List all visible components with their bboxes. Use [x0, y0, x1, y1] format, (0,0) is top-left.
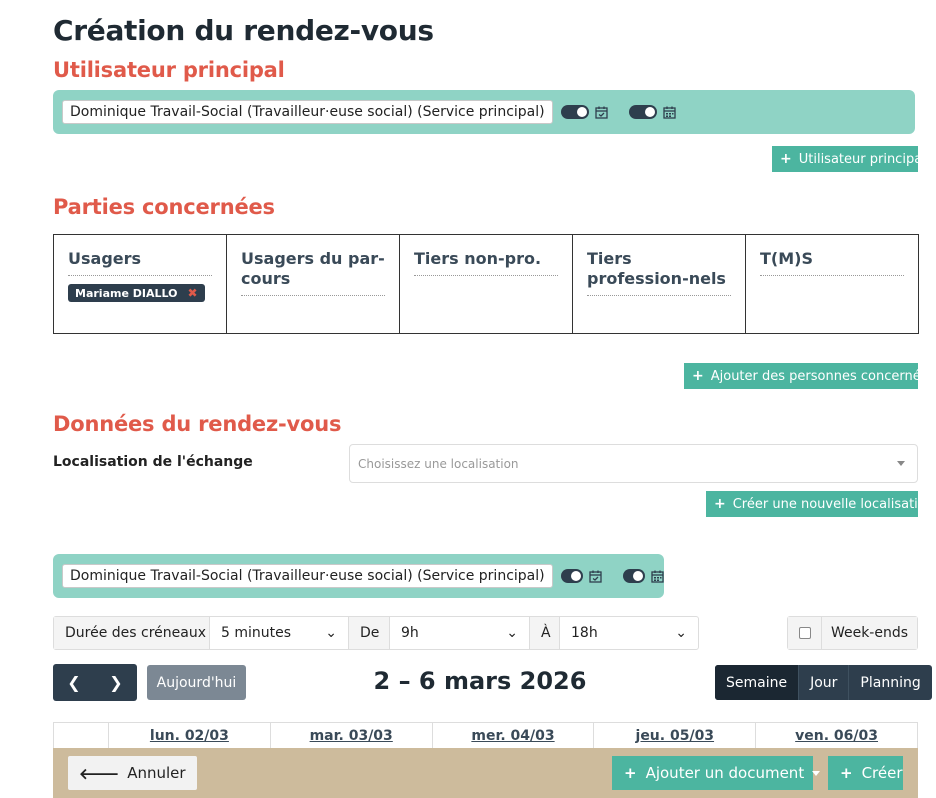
chevron-down-icon — [897, 461, 905, 466]
view-planning-button[interactable]: Planning — [848, 665, 931, 700]
calendar-nav: ❮ ❯ — [53, 664, 137, 701]
slot-filter-bar: Durée des créneaux 5 minutes ⌄ De 9h ⌄ À… — [53, 616, 699, 650]
plus-icon: + — [714, 496, 726, 512]
remove-icon[interactable]: ✖ — [187, 286, 197, 300]
calendar-grid-icon[interactable] — [651, 570, 664, 583]
chevron-right-icon: ❯ — [109, 674, 123, 692]
parties-column-tiers-pro: Tiers profession-nels — [573, 235, 746, 333]
create-button[interactable]: + Créer — [828, 756, 903, 790]
to-select[interactable]: 18h ⌄ — [560, 617, 698, 649]
weekends-label: Week-ends — [822, 617, 917, 649]
slot-duration-label: Durée des créneaux — [54, 617, 210, 649]
day-header-mon[interactable]: lun. 02/03 — [109, 723, 271, 748]
parties-column-tiers-non-pro: Tiers non-pro. — [400, 235, 573, 333]
arrow-left-icon: 🡐 — [79, 764, 120, 783]
form-footer: 🡐 Annuler + Ajouter un document + Créer — [53, 748, 918, 798]
usager-tag[interactable]: Mariame DIALLO ✖ — [68, 284, 205, 302]
page-title: Création du rendez-vous — [53, 14, 434, 47]
new-location-button[interactable]: + Créer une nouvelle localisation — [706, 491, 934, 517]
plus-icon: + — [840, 764, 853, 782]
prev-week-button[interactable]: ❮ — [53, 664, 95, 701]
chevron-down-icon: ⌄ — [325, 625, 337, 641]
cancel-button[interactable]: 🡐 Annuler — [68, 756, 197, 790]
toggle-switch[interactable] — [560, 569, 583, 583]
caret-down-icon — [812, 770, 821, 776]
parties-heading: Parties concernées — [53, 195, 275, 219]
from-select[interactable]: 9h ⌄ — [390, 617, 530, 649]
weekends-toggle[interactable]: Week-ends — [787, 616, 918, 650]
calendar-grid-icon[interactable] — [662, 106, 676, 119]
rdv-user-bar: Dominique Travail-Social (Travailleur·eu… — [53, 554, 664, 598]
main-user-chip[interactable]: Dominique Travail-Social (Travailleur·eu… — [62, 100, 553, 124]
calendar-check-icon[interactable] — [594, 106, 608, 119]
calendar-check-icon[interactable] — [589, 570, 602, 583]
rdv-user-chip[interactable]: Dominique Travail-Social (Travailleur·eu… — [62, 564, 553, 588]
plus-icon: + — [692, 368, 704, 384]
weekends-checkbox[interactable] — [788, 617, 822, 649]
plus-icon: + — [624, 764, 637, 782]
location-label: Localisation de l'échange — [53, 454, 253, 470]
rdv-heading: Données du rendez-vous — [53, 412, 342, 436]
view-day-button[interactable]: Jour — [798, 665, 848, 700]
location-select[interactable]: Choisissez une localisation — [349, 444, 918, 483]
time-gutter — [54, 723, 109, 748]
add-parties-button[interactable]: + Ajouter des personnes concernées — [684, 363, 935, 389]
parties-column-usagers-parcours: Usagers du par-cours — [227, 235, 400, 333]
toggle-switch[interactable] — [560, 105, 589, 119]
slot-duration-select[interactable]: 5 minutes ⌄ — [210, 617, 349, 649]
today-button[interactable]: Aujourd'hui — [147, 665, 246, 700]
add-main-user-button[interactable]: + Utilisateur principal — [772, 146, 926, 172]
day-header-tue[interactable]: mar. 03/03 — [271, 723, 433, 748]
chevron-down-icon: ⌄ — [506, 625, 518, 641]
parties-table: Usagers Mariame DIALLO ✖ Usagers du par-… — [53, 234, 919, 334]
calendar-period: 2 – 6 mars 2026 — [373, 667, 587, 695]
view-switcher: Semaine Jour Planning — [715, 665, 932, 700]
toggle-switch-2[interactable] — [628, 105, 657, 119]
toggle-switch-2[interactable] — [622, 569, 645, 583]
next-week-button[interactable]: ❯ — [95, 664, 137, 701]
view-week-button[interactable]: Semaine — [715, 665, 799, 700]
day-header-fri[interactable]: ven. 06/03 — [756, 723, 917, 748]
parties-column-tms: T(M)S — [746, 235, 918, 333]
chevron-left-icon: ❮ — [67, 674, 81, 692]
add-document-button[interactable]: + Ajouter un document — [612, 756, 821, 790]
day-header-wed[interactable]: mer. 04/03 — [433, 723, 595, 748]
from-label: De — [349, 617, 390, 649]
calendar-header: lun. 02/03 mar. 03/03 mer. 04/03 jeu. 05… — [53, 722, 918, 749]
to-label: À — [530, 617, 560, 649]
chevron-down-icon: ⌄ — [675, 625, 687, 641]
day-header-thu[interactable]: jeu. 05/03 — [594, 723, 757, 748]
main-user-heading: Utilisateur principal — [53, 58, 285, 82]
parties-column-usagers: Usagers Mariame DIALLO ✖ — [54, 235, 227, 333]
main-user-bar: Dominique Travail-Social (Travailleur·eu… — [53, 90, 915, 134]
plus-icon: + — [780, 151, 792, 167]
